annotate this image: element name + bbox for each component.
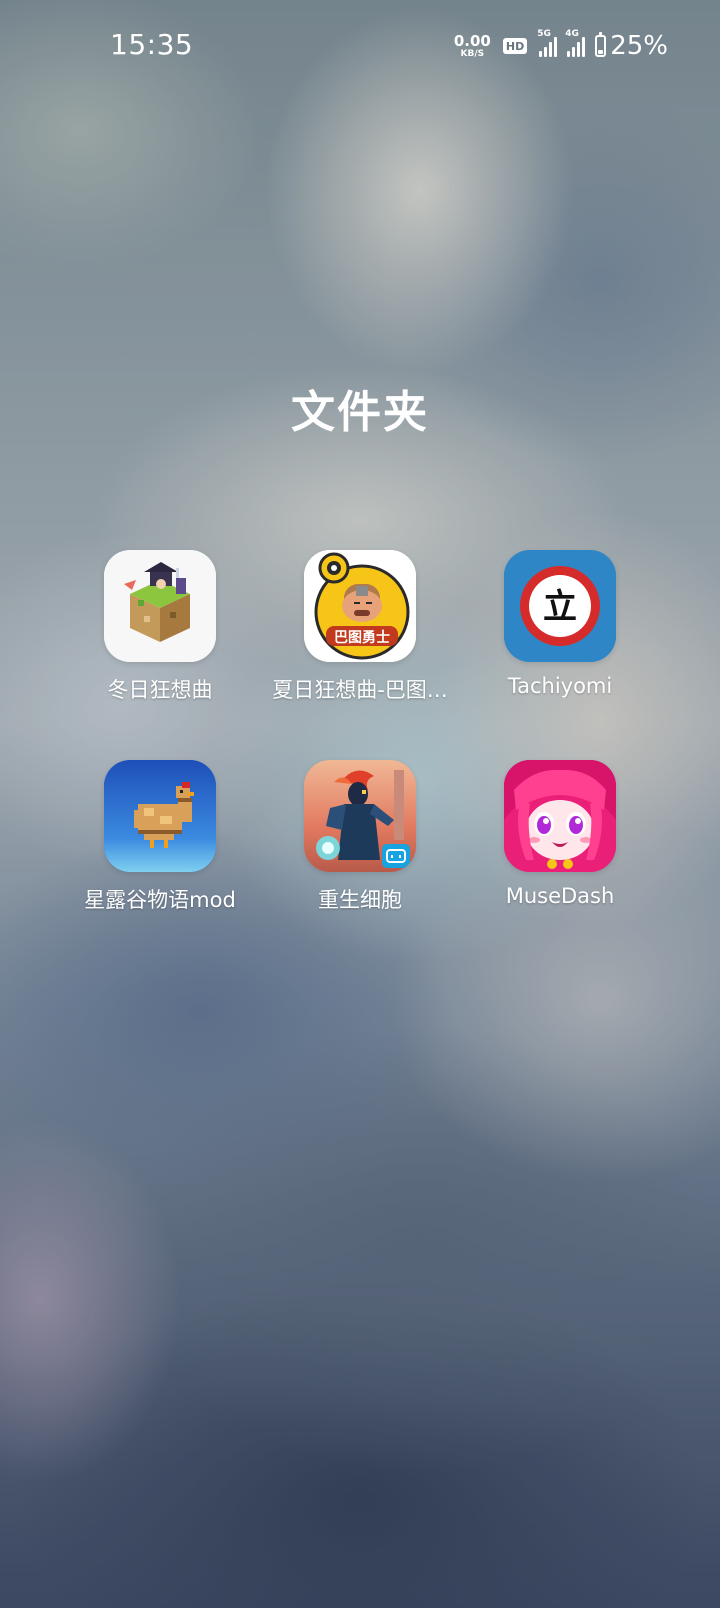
battery-percent: 25%	[610, 31, 668, 61]
clock: 15:35	[110, 28, 194, 61]
app-label: 夏日狂想曲-巴图…	[272, 678, 448, 702]
app-muse-dash[interactable]: MuseDash	[460, 760, 660, 908]
stardew-valley-app-icon[interactable]	[104, 760, 216, 872]
folder-title[interactable]: 文件夹	[0, 376, 720, 440]
status-icons: 0.00 KB/S HD 5G 4G 25%	[453, 29, 668, 62]
signal-4g-icon: 4G	[565, 29, 586, 57]
signal-5g-icon: 5G	[537, 29, 558, 57]
signal-4g-label: 4G	[565, 29, 579, 39]
tachiyomi-icon-text: 立	[543, 587, 577, 627]
network-speed-value: 0.00	[453, 31, 491, 50]
signal-5g-label: 5G	[537, 29, 551, 39]
app-label: Tachiyomi	[507, 674, 613, 698]
summer-rhapsody-app-icon[interactable]: 巴图勇士	[304, 550, 416, 662]
status-bar: 15:35 0.00 KB/S HD 5G 4G 25%	[0, 0, 720, 92]
app-label: MuseDash	[505, 884, 615, 908]
app-label: 冬日狂想曲	[107, 678, 213, 702]
tachiyomi-app-icon[interactable]: 立	[504, 550, 616, 662]
hd-voice-icon: HD	[502, 38, 528, 54]
battery-indicator: 25%	[595, 31, 668, 61]
muse-dash-app-icon[interactable]	[504, 760, 616, 872]
app-label: 星露谷物语mod	[84, 888, 236, 912]
summer-rhapsody-icon-text: 巴图勇士	[334, 629, 390, 646]
app-winter-rhapsody[interactable]: 冬日狂想曲	[60, 550, 260, 704]
battery-fill	[598, 50, 604, 54]
network-speed: 0.00 KB/S	[453, 31, 491, 59]
app-dead-cells[interactable]: 重生细胞	[260, 760, 460, 914]
dead-cells-app-icon[interactable]	[304, 760, 416, 872]
network-speed-unit: KB/S	[460, 48, 485, 59]
app-summer-rhapsody[interactable]: 巴图勇士 夏日狂想曲-巴图…	[260, 550, 460, 704]
app-stardew-valley-mod[interactable]: 星露谷物语mod	[60, 760, 260, 914]
winter-rhapsody-app-icon[interactable]	[104, 550, 216, 662]
app-tachiyomi[interactable]: 立 Tachiyomi	[460, 550, 660, 698]
app-label: 重生细胞	[318, 888, 402, 912]
battery-icon	[595, 32, 607, 57]
